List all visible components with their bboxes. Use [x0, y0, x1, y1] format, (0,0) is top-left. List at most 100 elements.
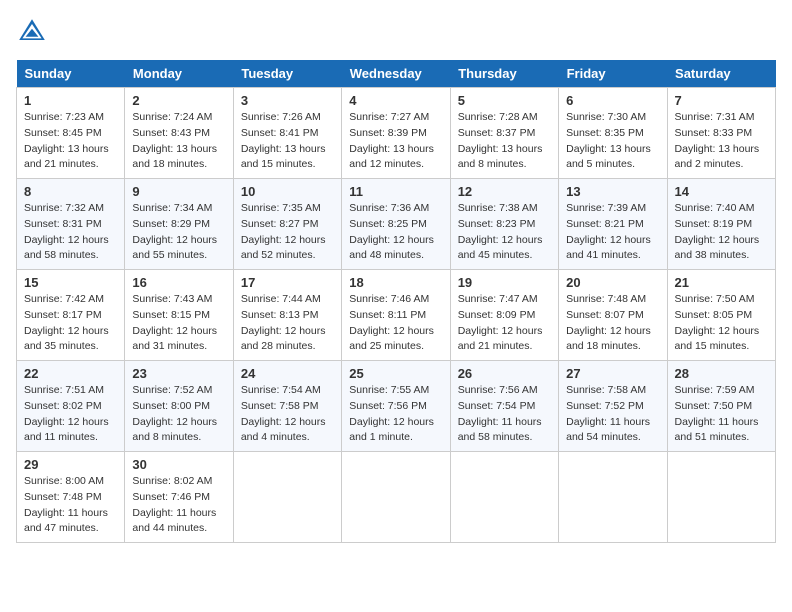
day-number: 13	[566, 184, 659, 199]
day-info: Sunrise: 7:26 AMSunset: 8:41 PMDaylight:…	[241, 110, 334, 173]
day-number: 9	[132, 184, 225, 199]
day-info: Sunrise: 7:23 AMSunset: 8:45 PMDaylight:…	[24, 110, 117, 173]
page-header	[16, 16, 776, 48]
day-info: Sunrise: 7:40 AMSunset: 8:19 PMDaylight:…	[675, 201, 768, 264]
day-number: 8	[24, 184, 117, 199]
calendar-cell	[667, 452, 775, 543]
day-info: Sunrise: 7:36 AMSunset: 8:25 PMDaylight:…	[349, 201, 442, 264]
week-row-4: 22 Sunrise: 7:51 AMSunset: 8:02 PMDayligh…	[17, 361, 776, 452]
day-info: Sunrise: 7:50 AMSunset: 8:05 PMDaylight:…	[675, 292, 768, 355]
day-number: 28	[675, 366, 768, 381]
calendar-cell: 13 Sunrise: 7:39 AMSunset: 8:21 PMDayligh…	[559, 179, 667, 270]
day-info: Sunrise: 7:42 AMSunset: 8:17 PMDaylight:…	[24, 292, 117, 355]
week-row-1: 1 Sunrise: 7:23 AMSunset: 8:45 PMDaylight…	[17, 88, 776, 179]
day-number: 17	[241, 275, 334, 290]
day-number: 12	[458, 184, 551, 199]
day-number: 25	[349, 366, 442, 381]
day-number: 30	[132, 457, 225, 472]
day-info: Sunrise: 7:48 AMSunset: 8:07 PMDaylight:…	[566, 292, 659, 355]
calendar-cell: 1 Sunrise: 7:23 AMSunset: 8:45 PMDaylight…	[17, 88, 125, 179]
day-info: Sunrise: 8:00 AMSunset: 7:48 PMDaylight:…	[24, 474, 117, 537]
day-info: Sunrise: 7:24 AMSunset: 8:43 PMDaylight:…	[132, 110, 225, 173]
day-number: 20	[566, 275, 659, 290]
day-info: Sunrise: 7:32 AMSunset: 8:31 PMDaylight:…	[24, 201, 117, 264]
calendar-cell	[233, 452, 341, 543]
calendar-cell: 11Sunrise: 7:36 AMSunset: 8:25 PMDayligh…	[342, 179, 450, 270]
calendar-cell: 24 Sunrise: 7:54 AMSunset: 7:58 PMDayligh…	[233, 361, 341, 452]
header-day-monday: Monday	[125, 60, 233, 88]
day-number: 6	[566, 93, 659, 108]
day-number: 26	[458, 366, 551, 381]
day-number: 24	[241, 366, 334, 381]
calendar-cell: 5 Sunrise: 7:28 AMSunset: 8:37 PMDaylight…	[450, 88, 558, 179]
day-number: 29	[24, 457, 117, 472]
day-number: 23	[132, 366, 225, 381]
day-info: Sunrise: 7:52 AMSunset: 8:00 PMDaylight:…	[132, 383, 225, 446]
header-day-saturday: Saturday	[667, 60, 775, 88]
day-number: 19	[458, 275, 551, 290]
header-row: SundayMondayTuesdayWednesdayThursdayFrid…	[17, 60, 776, 88]
day-number: 10	[241, 184, 334, 199]
header-day-thursday: Thursday	[450, 60, 558, 88]
day-number: 15	[24, 275, 117, 290]
week-row-3: 15 Sunrise: 7:42 AMSunset: 8:17 PMDayligh…	[17, 270, 776, 361]
calendar-cell: 9 Sunrise: 7:34 AMSunset: 8:29 PMDaylight…	[125, 179, 233, 270]
day-info: Sunrise: 7:31 AMSunset: 8:33 PMDaylight:…	[675, 110, 768, 173]
logo-icon	[16, 16, 48, 48]
day-number: 27	[566, 366, 659, 381]
day-number: 1	[24, 93, 117, 108]
day-info: Sunrise: 7:59 AMSunset: 7:50 PMDaylight:…	[675, 383, 768, 446]
calendar-cell: 18 Sunrise: 7:46 AMSunset: 8:11 PMDayligh…	[342, 270, 450, 361]
day-info: Sunrise: 7:56 AMSunset: 7:54 PMDaylight:…	[458, 383, 551, 446]
calendar-cell: 17 Sunrise: 7:44 AMSunset: 8:13 PMDayligh…	[233, 270, 341, 361]
calendar-cell: 29 Sunrise: 8:00 AMSunset: 7:48 PMDayligh…	[17, 452, 125, 543]
day-number: 22	[24, 366, 117, 381]
calendar-cell: 2Sunrise: 7:24 AMSunset: 8:43 PMDaylight…	[125, 88, 233, 179]
day-number: 14	[675, 184, 768, 199]
day-number: 5	[458, 93, 551, 108]
week-row-2: 8 Sunrise: 7:32 AMSunset: 8:31 PMDaylight…	[17, 179, 776, 270]
day-number: 18	[349, 275, 442, 290]
header-day-friday: Friday	[559, 60, 667, 88]
calendar-cell: 23 Sunrise: 7:52 AMSunset: 8:00 PMDayligh…	[125, 361, 233, 452]
calendar-cell	[559, 452, 667, 543]
calendar-cell: 14 Sunrise: 7:40 AMSunset: 8:19 PMDayligh…	[667, 179, 775, 270]
logo	[16, 16, 52, 48]
week-row-5: 29 Sunrise: 8:00 AMSunset: 7:48 PMDayligh…	[17, 452, 776, 543]
calendar-cell: 27 Sunrise: 7:58 AMSunset: 7:52 PMDayligh…	[559, 361, 667, 452]
calendar-cell: 28 Sunrise: 7:59 AMSunset: 7:50 PMDayligh…	[667, 361, 775, 452]
day-info: Sunrise: 7:28 AMSunset: 8:37 PMDaylight:…	[458, 110, 551, 173]
day-info: Sunrise: 7:55 AMSunset: 7:56 PMDaylight:…	[349, 383, 442, 446]
day-info: Sunrise: 7:34 AMSunset: 8:29 PMDaylight:…	[132, 201, 225, 264]
day-info: Sunrise: 7:35 AMSunset: 8:27 PMDaylight:…	[241, 201, 334, 264]
calendar-table: SundayMondayTuesdayWednesdayThursdayFrid…	[16, 60, 776, 543]
calendar-cell: 10 Sunrise: 7:35 AMSunset: 8:27 PMDayligh…	[233, 179, 341, 270]
day-info: Sunrise: 7:54 AMSunset: 7:58 PMDaylight:…	[241, 383, 334, 446]
day-info: Sunrise: 7:51 AMSunset: 8:02 PMDaylight:…	[24, 383, 117, 446]
day-info: Sunrise: 7:39 AMSunset: 8:21 PMDaylight:…	[566, 201, 659, 264]
calendar-cell: 26 Sunrise: 7:56 AMSunset: 7:54 PMDayligh…	[450, 361, 558, 452]
day-info: Sunrise: 7:30 AMSunset: 8:35 PMDaylight:…	[566, 110, 659, 173]
day-info: Sunrise: 7:27 AMSunset: 8:39 PMDaylight:…	[349, 110, 442, 173]
calendar-cell: 4 Sunrise: 7:27 AMSunset: 8:39 PMDaylight…	[342, 88, 450, 179]
day-number: 4	[349, 93, 442, 108]
day-info: Sunrise: 7:47 AMSunset: 8:09 PMDaylight:…	[458, 292, 551, 355]
day-number: 16	[132, 275, 225, 290]
calendar-cell	[342, 452, 450, 543]
calendar-cell: 22 Sunrise: 7:51 AMSunset: 8:02 PMDayligh…	[17, 361, 125, 452]
day-info: Sunrise: 7:44 AMSunset: 8:13 PMDaylight:…	[241, 292, 334, 355]
calendar-cell	[450, 452, 558, 543]
day-info: Sunrise: 7:43 AMSunset: 8:15 PMDaylight:…	[132, 292, 225, 355]
day-number: 3	[241, 93, 334, 108]
calendar-cell: 8 Sunrise: 7:32 AMSunset: 8:31 PMDaylight…	[17, 179, 125, 270]
day-number: 21	[675, 275, 768, 290]
calendar-cell: 21 Sunrise: 7:50 AMSunset: 8:05 PMDayligh…	[667, 270, 775, 361]
header-day-wednesday: Wednesday	[342, 60, 450, 88]
calendar-cell: 30 Sunrise: 8:02 AMSunset: 7:46 PMDayligh…	[125, 452, 233, 543]
calendar-cell: 3 Sunrise: 7:26 AMSunset: 8:41 PMDaylight…	[233, 88, 341, 179]
day-info: Sunrise: 7:46 AMSunset: 8:11 PMDaylight:…	[349, 292, 442, 355]
day-info: Sunrise: 7:58 AMSunset: 7:52 PMDaylight:…	[566, 383, 659, 446]
day-info: Sunrise: 8:02 AMSunset: 7:46 PMDaylight:…	[132, 474, 225, 537]
day-number: 7	[675, 93, 768, 108]
calendar-cell: 12Sunrise: 7:38 AMSunset: 8:23 PMDayligh…	[450, 179, 558, 270]
